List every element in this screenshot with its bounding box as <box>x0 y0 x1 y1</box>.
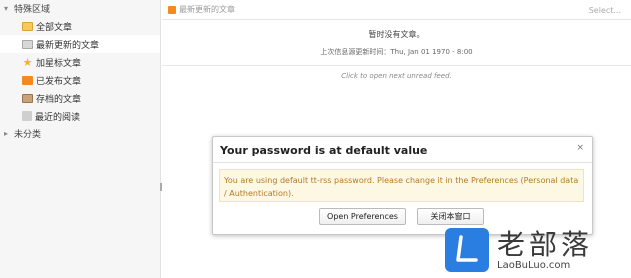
feed-label: 存档的文章 <box>36 94 82 105</box>
feed-fresh-articles[interactable]: 最新更新的文章 <box>0 35 160 53</box>
dialog-title: Your password is at default value <box>220 144 428 157</box>
sidebar: ▾ 特殊区域 全部文章 最新更新的文章 ★ 加星标文章 已发布文章 存档的文章 … <box>0 0 161 278</box>
feed-label: 已发布文章 <box>36 76 82 87</box>
default-password-dialog: Your password is at default value × You … <box>212 136 593 235</box>
chevron-down-icon[interactable]: ▾ <box>4 4 14 13</box>
logo-text: 老部落 LaoBuLuo.com <box>497 227 594 271</box>
chevron-right-icon[interactable]: ▸ <box>4 129 14 138</box>
logo-mark-icon <box>445 228 489 272</box>
watermark-logo: 老部落 LaoBuLuo.com <box>445 222 631 278</box>
feed-published-articles[interactable]: 已发布文章 <box>0 71 160 89</box>
headlines-toolbar: 最新更新的文章 Select... <box>162 0 631 20</box>
category-label: 未分类 <box>14 130 42 140</box>
feed-recently-read[interactable]: 最近的阅读 <box>0 107 160 125</box>
star-icon: ★ <box>22 55 33 69</box>
dialog-divider <box>213 162 592 163</box>
logo-url: LaoBuLuo.com <box>497 259 571 271</box>
open-preferences-button[interactable]: Open Preferences <box>319 208 406 225</box>
feed-label: 全部文章 <box>36 22 73 33</box>
feed-label: 最近的阅读 <box>35 112 81 123</box>
warning-message: You are using default tt-rss password. P… <box>219 169 584 202</box>
category-special[interactable]: ▾ 特殊区域 <box>0 0 160 17</box>
recent-icon <box>22 111 32 121</box>
feed-title: 最新更新的文章 <box>179 5 235 14</box>
feed-all-articles[interactable]: 全部文章 <box>0 17 160 35</box>
category-uncategorized[interactable]: ▸ 未分类 <box>0 125 160 142</box>
folder-icon <box>22 21 33 31</box>
category-label: 特殊区域 <box>14 5 51 15</box>
feed-starred-articles[interactable]: ★ 加星标文章 <box>0 53 160 71</box>
close-icon[interactable]: × <box>576 143 584 153</box>
feed-label: 加星标文章 <box>36 58 82 69</box>
next-unread-link[interactable]: Click to open next unread feed. <box>162 72 631 80</box>
no-articles-message: 暂时没有文章。 <box>368 30 425 39</box>
feed-label: 最新更新的文章 <box>36 40 100 51</box>
divider <box>162 65 631 66</box>
feed-archived-articles[interactable]: 存档的文章 <box>0 89 160 107</box>
logo-name: 老部落 <box>497 227 594 261</box>
last-update-text: 上次信息源更新时间：Thu, Jan 01 1970 - 8:00 <box>320 48 473 56</box>
select-dropdown[interactable]: Select... <box>589 6 621 15</box>
fresh-icon <box>22 39 33 49</box>
rss-icon <box>22 75 33 85</box>
archive-icon <box>22 93 33 103</box>
rss-icon <box>168 5 176 14</box>
